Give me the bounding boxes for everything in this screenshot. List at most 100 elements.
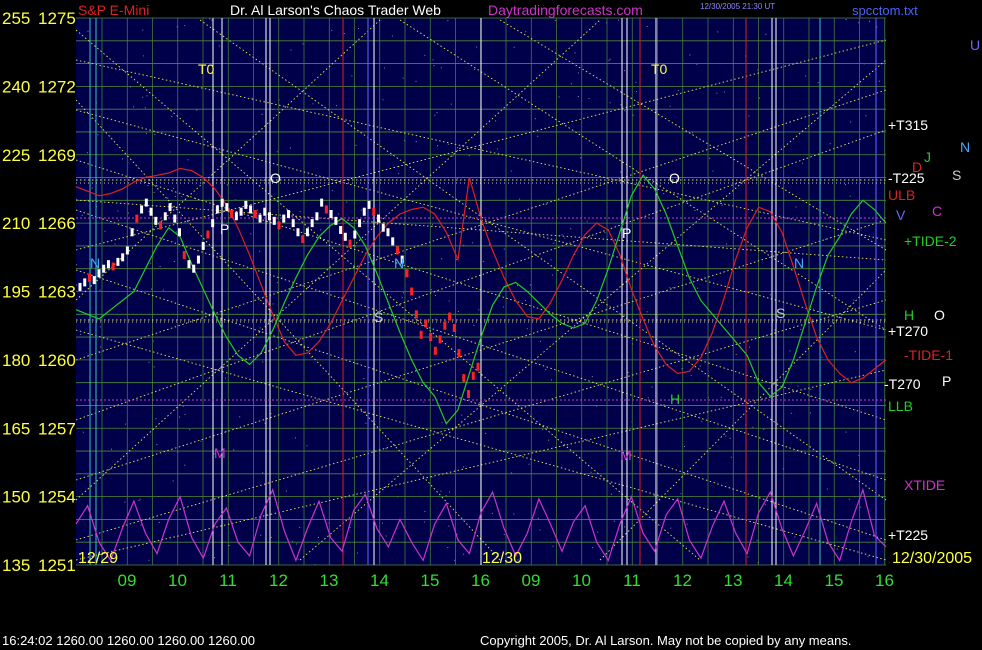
marker-label: P <box>220 221 229 237</box>
y-tick-inner: 1254 <box>38 488 76 507</box>
star <box>99 346 101 348</box>
star <box>580 157 582 159</box>
star <box>263 296 265 298</box>
right-label: +T225 <box>888 527 928 543</box>
date-label: 12/30/2005 <box>892 550 972 567</box>
star <box>463 553 465 555</box>
star <box>403 292 404 294</box>
y-tick-outer: 210 <box>2 214 30 233</box>
star <box>669 287 671 289</box>
marker-label: M <box>214 445 226 461</box>
star <box>351 75 353 77</box>
marker-label: S <box>374 309 383 325</box>
star <box>844 184 846 186</box>
star <box>577 96 579 97</box>
star <box>144 107 146 109</box>
star <box>513 46 515 48</box>
star <box>440 490 442 492</box>
star <box>845 19 847 20</box>
marker-label: S <box>776 305 785 321</box>
star <box>174 196 176 198</box>
star <box>356 552 358 554</box>
marker-label: N <box>90 255 100 271</box>
star <box>138 499 140 501</box>
star <box>763 428 765 430</box>
star <box>270 315 272 317</box>
marker-label: N <box>394 255 404 271</box>
star <box>867 556 869 558</box>
star <box>461 414 463 416</box>
star <box>441 258 443 260</box>
x-tick: 12 <box>673 571 692 590</box>
star <box>449 491 450 493</box>
x-tick: 12 <box>269 571 288 590</box>
status-readout: 16:24:02 1260.00 1260.00 1260.00 1260.00 <box>2 633 255 648</box>
star <box>262 179 264 181</box>
star <box>624 70 626 72</box>
star <box>415 141 417 142</box>
star <box>610 493 612 495</box>
star <box>609 58 611 60</box>
star <box>829 143 831 145</box>
star <box>471 242 473 244</box>
star <box>717 31 719 33</box>
star <box>588 98 590 100</box>
star <box>343 33 345 34</box>
star <box>860 506 862 508</box>
star <box>156 444 158 446</box>
right-label: C <box>932 203 942 219</box>
right-label: +TIDE-2 <box>904 233 957 249</box>
star <box>239 416 241 418</box>
x-tick: 13 <box>724 571 743 590</box>
star <box>152 340 154 342</box>
y-tick-inner: 1257 <box>38 419 76 438</box>
y-tick-outer: 135 <box>2 556 30 575</box>
y-tick-outer: 225 <box>2 146 30 165</box>
star <box>114 243 116 245</box>
star <box>589 234 591 236</box>
star <box>795 206 797 208</box>
star <box>437 145 438 147</box>
x-tick: 13 <box>320 571 339 590</box>
star <box>433 65 435 67</box>
star <box>270 413 272 415</box>
star <box>355 362 357 364</box>
star <box>537 135 539 137</box>
star <box>401 296 403 298</box>
marker-label: M <box>620 447 632 463</box>
star <box>723 91 725 93</box>
star <box>363 378 365 379</box>
star <box>699 365 701 367</box>
star <box>769 294 771 296</box>
right-label: S <box>952 167 961 183</box>
x-tick: 09 <box>522 571 541 590</box>
star <box>554 19 556 21</box>
star <box>299 526 301 528</box>
star <box>448 525 450 527</box>
star <box>346 201 348 203</box>
author-title: Dr. Al Larson's Chaos Trader Web <box>230 2 441 18</box>
star <box>690 375 692 377</box>
star <box>797 385 799 387</box>
star <box>354 246 356 248</box>
right-label: N <box>960 139 970 155</box>
right-label: XTIDE <box>904 477 945 493</box>
star <box>124 501 126 503</box>
marker-label: T0 <box>651 61 668 77</box>
star <box>306 445 308 447</box>
star <box>681 368 683 370</box>
star <box>97 134 99 136</box>
y-tick-inner: 1251 <box>38 556 76 575</box>
star <box>312 103 314 105</box>
star <box>651 386 653 388</box>
star <box>262 472 264 474</box>
star <box>537 517 539 519</box>
star <box>646 26 648 27</box>
star <box>426 384 428 386</box>
right-label: +T270 <box>888 323 928 339</box>
star <box>845 431 847 433</box>
star <box>878 80 880 82</box>
star <box>570 83 572 85</box>
star <box>716 92 718 94</box>
star <box>218 45 220 47</box>
